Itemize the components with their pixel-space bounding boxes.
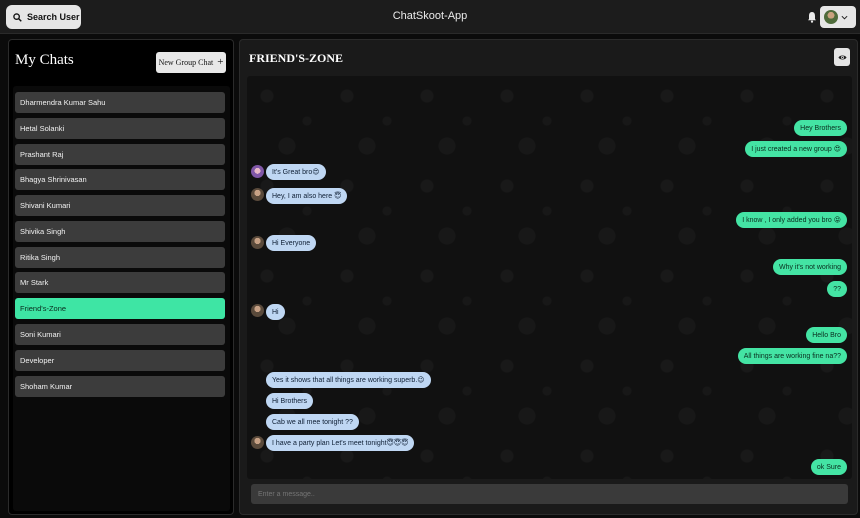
chevron-down-icon xyxy=(841,15,848,20)
incoming-message: Hi Brothers xyxy=(266,393,314,409)
outgoing-message: ?? xyxy=(827,281,847,297)
message-input[interactable] xyxy=(251,484,848,504)
chat-item-selected[interactable]: Friend's-Zone xyxy=(15,298,225,319)
chat-item[interactable]: Shivani Kumari xyxy=(15,195,225,216)
chat-title: FRIEND'S-ZONE xyxy=(249,51,344,65)
outgoing-message: Why it's not working xyxy=(772,259,847,275)
outgoing-message: ok Sure xyxy=(810,459,847,475)
chat-item-label: Soni Kumari xyxy=(20,330,61,339)
eye-icon xyxy=(837,54,847,60)
new-group-chat-label: New Group Chat xyxy=(158,58,214,67)
chat-list: Dharmendra Kumar Sahu Hetal Solanki Pras… xyxy=(13,86,230,511)
chat-item-label: Shivika Singh xyxy=(20,227,66,236)
chat-item[interactable]: Prashant Raj xyxy=(15,144,225,165)
chat-item[interactable]: Hetal Solanki xyxy=(15,118,225,139)
chat-item[interactable]: Shoham Kumar xyxy=(15,376,225,397)
chat-item-label: Mr Stark xyxy=(20,278,49,287)
chat-item-label: Friend's-Zone xyxy=(20,304,67,313)
chat-item[interactable]: Bhagya Shrinivasan xyxy=(15,169,225,190)
bell-icon[interactable] xyxy=(807,11,817,23)
incoming-message: It's Great bro😍 xyxy=(266,164,326,180)
chat-item-label: Shoham Kumar xyxy=(20,382,73,391)
chat-item[interactable]: Shivika Singh xyxy=(15,221,225,242)
outgoing-message: Hello Bro xyxy=(806,327,847,343)
chat-item[interactable]: Soni Kumari xyxy=(15,324,225,345)
chat-item-label: Dharmendra Kumar Sahu xyxy=(20,98,106,107)
chat-item-label: Shivani Kumari xyxy=(20,201,71,210)
incoming-message: Cab we all mee tonight ?? xyxy=(266,414,359,430)
my-chats-title: My Chats xyxy=(15,52,74,68)
sender-avatar xyxy=(251,236,264,249)
avatar xyxy=(824,10,838,24)
outgoing-message: All things are working fine na?? xyxy=(737,348,847,364)
message-area[interactable]: Hey Brothers I just created a new group … xyxy=(247,76,852,479)
chat-item[interactable]: Mr Stark xyxy=(15,272,225,293)
incoming-message: Hi Everyone xyxy=(266,235,317,251)
sender-avatar xyxy=(251,436,264,449)
new-group-chat-button[interactable]: New Group Chat + xyxy=(156,52,226,73)
sender-avatar xyxy=(251,188,264,201)
chat-item-label: Bhagya Shrinivasan xyxy=(20,175,87,184)
chat-item-label: Ritika Singh xyxy=(20,253,61,262)
sender-avatar xyxy=(251,165,264,178)
outgoing-message: Hey Brothers xyxy=(794,120,847,136)
incoming-message: Hey, I am also here 😇 xyxy=(266,188,348,204)
top-bar: Search User ChatSkoot-App xyxy=(0,0,860,34)
chat-item-label: Developer xyxy=(20,356,55,365)
chat-panel: FRIEND'S-ZONE Hey Brothers I just create… xyxy=(239,39,858,515)
plus-icon: + xyxy=(217,56,224,68)
chat-item-label: Hetal Solanki xyxy=(20,124,65,133)
my-chats-panel: My Chats New Group Chat + Dharmendra Kum… xyxy=(8,39,234,515)
incoming-message: I have a party plan Let's meet tonight😇😇… xyxy=(266,435,415,451)
chat-item[interactable]: Dharmendra Kumar Sahu xyxy=(15,92,225,113)
app-title: ChatSkoot-App xyxy=(392,10,468,22)
incoming-message: Hi xyxy=(266,304,285,320)
chat-item[interactable]: Ritika Singh xyxy=(15,247,225,268)
view-group-button[interactable] xyxy=(834,48,850,66)
chat-item-label: Prashant Raj xyxy=(20,150,64,159)
outgoing-message: I know , I only added you bro 😝 xyxy=(736,212,847,228)
outgoing-message: I just created a new group 😍 xyxy=(745,141,847,157)
incoming-message: Yes it shows that all things are working… xyxy=(266,372,431,388)
profile-menu-button[interactable] xyxy=(820,6,856,28)
sender-avatar xyxy=(251,304,264,317)
chat-item[interactable]: Developer xyxy=(15,350,225,371)
